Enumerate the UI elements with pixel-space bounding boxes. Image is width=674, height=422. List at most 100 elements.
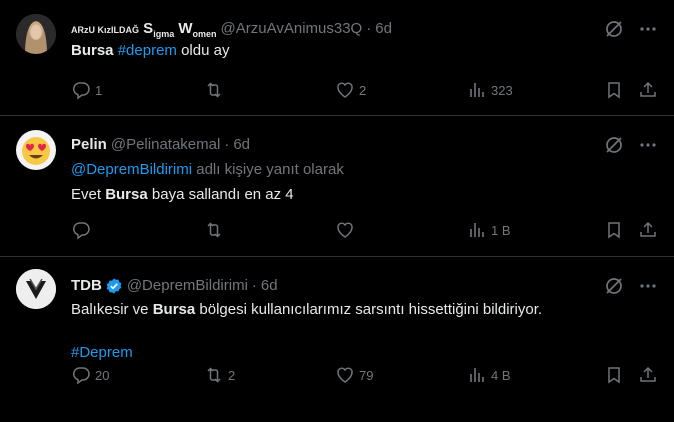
display-name-part: W: [174, 19, 193, 37]
display-name-part: S: [139, 19, 154, 37]
action-bar: 1 2 323: [71, 80, 658, 100]
reply-context-text: adlı kişiye yanıt olarak: [192, 161, 344, 178]
tweet-text-pre: Evet: [71, 186, 106, 203]
reply-context: @DepremBildirimi adlı kişiye yanıt olara…: [71, 160, 658, 180]
tweet-text-rest: baya sallandı en az 4: [147, 186, 294, 203]
reply-button[interactable]: [71, 220, 95, 240]
separator-dot: ·: [224, 136, 230, 153]
more-icon[interactable]: [638, 135, 658, 155]
timestamp[interactable]: 6d: [233, 135, 250, 155]
bookmark-icon: [608, 222, 620, 239]
grok-icon[interactable]: [604, 19, 624, 39]
share-icon: [640, 221, 656, 237]
tweet-hashtag-line: #Deprem: [71, 343, 658, 363]
share-button[interactable]: [638, 365, 658, 385]
retweet-icon: [207, 222, 221, 238]
bookmark-button[interactable]: [604, 220, 624, 240]
tweet[interactable]: Pelin @Pelinatakemal · 6d @DepremBildiri…: [0, 116, 674, 257]
tweet-text-pre: Balıkesir ve: [71, 301, 153, 318]
action-bar: 20 2 79 4 B: [71, 365, 658, 385]
reply-icon: [72, 82, 90, 100]
bookmark-icon: [608, 82, 620, 99]
tweet-text: Evet Bursa baya sallandı en az 4: [71, 185, 658, 205]
separator-dot: ·: [366, 20, 372, 37]
display-name-part: omen: [192, 28, 217, 39]
hashtag-link[interactable]: #deprem: [118, 42, 177, 59]
like-button[interactable]: 79: [335, 365, 373, 385]
reply-icon: [72, 222, 90, 240]
like-count: 2: [359, 82, 367, 98]
display-name[interactable]: TDB: [71, 276, 102, 296]
share-button[interactable]: [638, 220, 658, 240]
views-icon: [470, 223, 484, 237]
user-handle[interactable]: @Pelinatakemal: [111, 135, 220, 155]
grok-icon[interactable]: [604, 135, 624, 155]
views-button[interactable]: 323: [467, 80, 513, 100]
views-icon: [470, 83, 484, 97]
timestamp[interactable]: 6d: [261, 276, 278, 296]
tweet[interactable]: ARzU KızILDAĞ Sigma Women @ArzuAvAnimus3…: [0, 0, 674, 116]
heart-eyes-emoji-icon: [16, 130, 56, 170]
views-icon: [470, 368, 484, 382]
views-button[interactable]: 4 B: [467, 365, 511, 385]
display-name[interactable]: Pelin: [71, 135, 107, 155]
bookmark-icon: [608, 367, 620, 384]
heart-icon: [337, 367, 353, 383]
action-bar: 1 B: [71, 220, 658, 240]
tweet-header: TDB @DepremBildirimi · 6d: [71, 276, 658, 296]
reply-count: 1: [95, 82, 103, 98]
retweet-count: 2: [228, 367, 236, 383]
share-icon: [640, 366, 656, 382]
tweet-text: Bursa #deprem oldu ay: [71, 41, 658, 61]
bookmark-button[interactable]: [604, 365, 624, 385]
bold-text: Bursa: [105, 186, 148, 203]
tweet[interactable]: TDB @DepremBildirimi · 6d Balıkesir ve B…: [0, 257, 674, 422]
views-button[interactable]: 1 B: [467, 220, 511, 240]
display-name-part: ma: [161, 28, 175, 39]
avatar[interactable]: [16, 269, 56, 309]
reply-icon: [72, 367, 90, 385]
views-count: 1 B: [491, 222, 511, 238]
mention-link[interactable]: @DepremBildirimi: [71, 161, 192, 178]
retweet-button[interactable]: 2: [204, 365, 235, 385]
more-icon[interactable]: [638, 19, 658, 39]
tweet-header: Pelin @Pelinatakemal · 6d: [71, 135, 658, 155]
views-count: 4 B: [491, 367, 511, 383]
avatar-image: [16, 14, 56, 54]
tdb-logo-icon: [16, 269, 56, 309]
tweet-text-rest: oldu ay: [176, 42, 230, 59]
reply-button[interactable]: 1: [71, 80, 102, 100]
share-icon: [640, 81, 656, 97]
tweet-header: ARzU KızILDAĞ Sigma Women @ArzuAvAnimus3…: [71, 19, 658, 39]
display-name-part: ARzU KızILDAĞ: [71, 24, 139, 35]
user-handle[interactable]: @DepremBildirimi: [127, 276, 248, 296]
display-name[interactable]: ARzU KızILDAĞ Sigma Women: [71, 19, 217, 40]
like-count: 79: [359, 367, 374, 383]
retweet-icon: [207, 367, 221, 383]
separator-dot: ·: [251, 277, 257, 294]
more-icon[interactable]: [638, 276, 658, 296]
like-button[interactable]: [335, 220, 359, 240]
like-button[interactable]: 2: [335, 80, 366, 100]
timestamp[interactable]: 6d: [375, 19, 392, 39]
display-name-part: ig: [153, 28, 162, 39]
avatar[interactable]: [16, 14, 56, 54]
retweet-button[interactable]: [204, 220, 228, 240]
user-handle[interactable]: @ArzuAvAnimus33Q: [221, 19, 363, 39]
hashtag-link[interactable]: #Deprem: [71, 344, 133, 361]
heart-icon: [337, 82, 353, 98]
reply-button[interactable]: 20: [71, 365, 109, 385]
retweet-icon: [207, 82, 221, 98]
avatar[interactable]: [16, 130, 56, 170]
verified-badge-icon[interactable]: [105, 277, 123, 295]
share-button[interactable]: [638, 80, 658, 100]
retweet-button[interactable]: [204, 80, 228, 100]
bookmark-button[interactable]: [604, 80, 624, 100]
tweet-text: Balıkesir ve Bursa bölgesi kullanıcıları…: [71, 300, 658, 320]
views-count: 323: [491, 82, 513, 98]
bold-text: Bursa: [71, 42, 114, 59]
tweet-text-rest: bölgesi kullanıcılarımız sarsıntı hisset…: [195, 301, 543, 318]
reply-count: 20: [95, 367, 110, 383]
grok-icon[interactable]: [604, 276, 624, 296]
bold-text: Bursa: [152, 301, 196, 318]
